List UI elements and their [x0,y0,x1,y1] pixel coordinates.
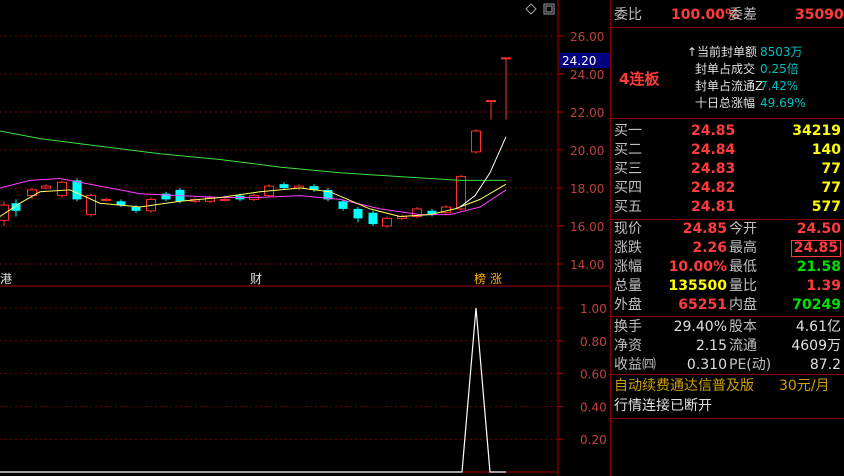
quote-row: 总量 135500 量比 1.39 [614,278,841,294]
moving-averages [0,130,507,218]
fin-row: 换手 29.40% 股本 4.61亿 [614,319,841,335]
candle [486,100,496,120]
price-tick: 20.00 [570,144,604,158]
volume-tick: 0.60 [580,368,607,382]
candle [471,129,481,154]
seal-row: 封单占流通Z 7.42% [695,79,799,93]
candle [397,214,407,221]
indicator-line [0,307,506,473]
buy-level: 买五 24.81 577 [614,199,841,215]
candle [220,197,230,202]
buy-level: 买一 24.85 34219 [614,123,841,139]
event-tag[interactable]: 涨 [490,271,502,286]
quote-row: 涨跌 2.26 最高 24.85 [611,239,844,258]
restore-icon[interactable] [543,3,555,15]
weibi-row: 委比 100.00% 委差 35090 [614,7,844,23]
event-tag[interactable]: 财 [250,272,262,286]
fin-row: 收益㈣ 0.310 PE(动) 87.2 [614,357,841,373]
diamond-icon[interactable] [525,3,537,15]
price-tick: 24.00 [570,68,604,82]
candle [101,197,111,202]
ma-line-4 [459,136,507,208]
event-tag[interactable]: 港 [0,272,12,286]
ad-row[interactable]: 自动续费通达信普及版 30元/月 [611,377,844,396]
quote-row: 现价 24.85 今开 24.50 [614,221,841,237]
ma-line-1 [0,130,506,181]
quote-row: 外盘 65251 内盘 70249 [614,297,841,313]
kline-chart[interactable]: 26.00 24.00 22.00 20.00 18.00 16.00 14.00 1.00… [0,0,610,476]
price-tick: 16.00 [570,220,604,234]
candle [161,191,171,202]
buy-level: 买三 24.83 77 [614,161,841,177]
candle [427,208,437,217]
candle [41,184,51,190]
price-tick: 14.00 [570,258,604,272]
volume-indicator [0,307,506,473]
connection-status: 行情连接已断开 [614,398,712,414]
current-price-tag: 24.20 [562,54,596,68]
candle [294,184,304,190]
price-tick: 18.00 [570,182,604,196]
seal-row: ↑当前封单额 8503万 [687,45,803,59]
seal-row: 十日总涨幅 49.69% [695,96,806,110]
volume-tick: 0.40 [580,400,607,414]
volume-tick: 1.00 [580,302,607,316]
buy-level: 买二 24.84 140 [614,142,841,158]
candle [368,210,378,226]
candle [86,193,96,217]
buy-level: 买四 24.82 77 [614,180,841,196]
quote-row: 涨幅 10.00% 最低 21.58 [614,259,841,275]
candle [353,207,363,223]
candle [501,57,511,120]
fin-row: 净资 2.15 流通 4609万 [614,338,841,354]
volume-tick: 0.20 [580,433,607,447]
candle [323,188,333,202]
price-tick: 22.00 [570,106,604,120]
seal-row: 封单占成交 0.25倍 [695,62,799,76]
price-tick: 26.00 [570,30,604,44]
volume-tick: 0.80 [580,335,607,349]
event-tag[interactable]: 榜 [474,271,486,286]
quote-panel: 委比 100.00% 委差 35090 4连板 ↑当前封单额 8503万 封单占成交… [610,0,844,476]
weicha-value: 35090 [795,7,844,23]
candle [57,180,67,198]
chart-grid [0,0,610,476]
candle [412,207,422,219]
candle [382,216,392,228]
